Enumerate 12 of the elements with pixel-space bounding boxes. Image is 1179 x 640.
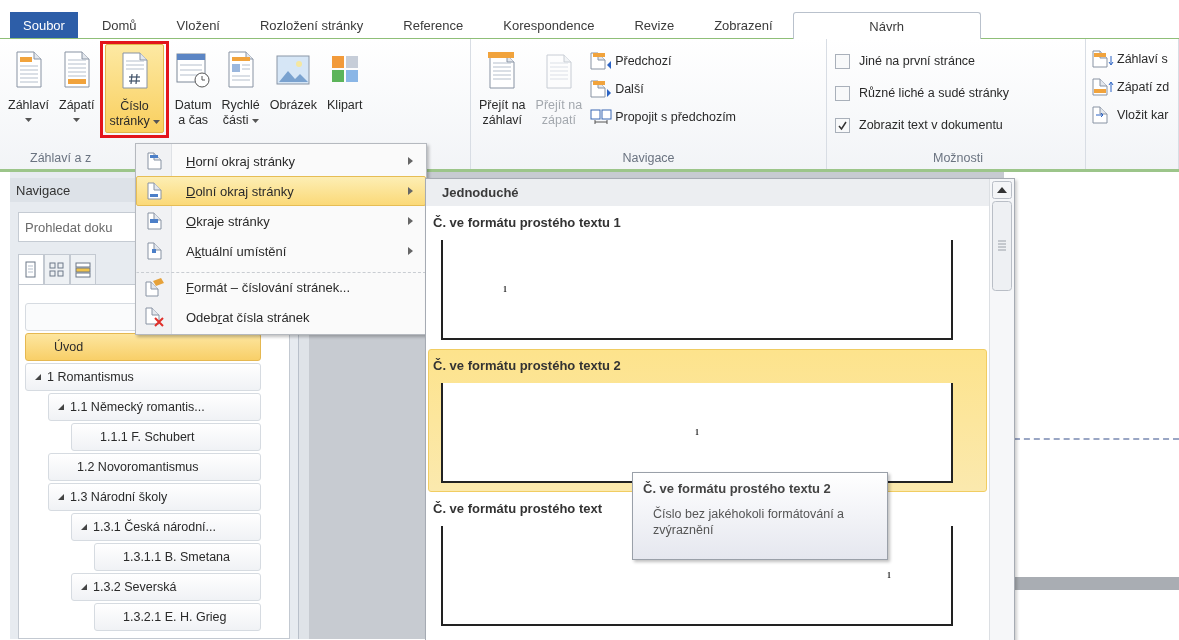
page-number: 1 [695, 427, 699, 437]
group-label: Navigace [622, 151, 675, 165]
gallery-item-title: Č. ve formátu prostého textu 1 [433, 214, 621, 230]
page-number: 1 [503, 284, 507, 294]
group-label: Záhlaví a z [30, 151, 92, 165]
page-number: 1 [887, 570, 891, 580]
gallery-item-title: Č. ve formátu prostého textu 2 [433, 357, 621, 373]
gallery-heading: Jednoduché [442, 185, 519, 200]
gallery-item-title: Č. ve formátu prostého text [433, 500, 603, 516]
group-label: Možnosti [933, 151, 983, 165]
tooltip-description: Číslo bez jakéhokoli formátování a zvýraznění [652, 506, 846, 538]
pane-title: Navigace [16, 182, 71, 198]
